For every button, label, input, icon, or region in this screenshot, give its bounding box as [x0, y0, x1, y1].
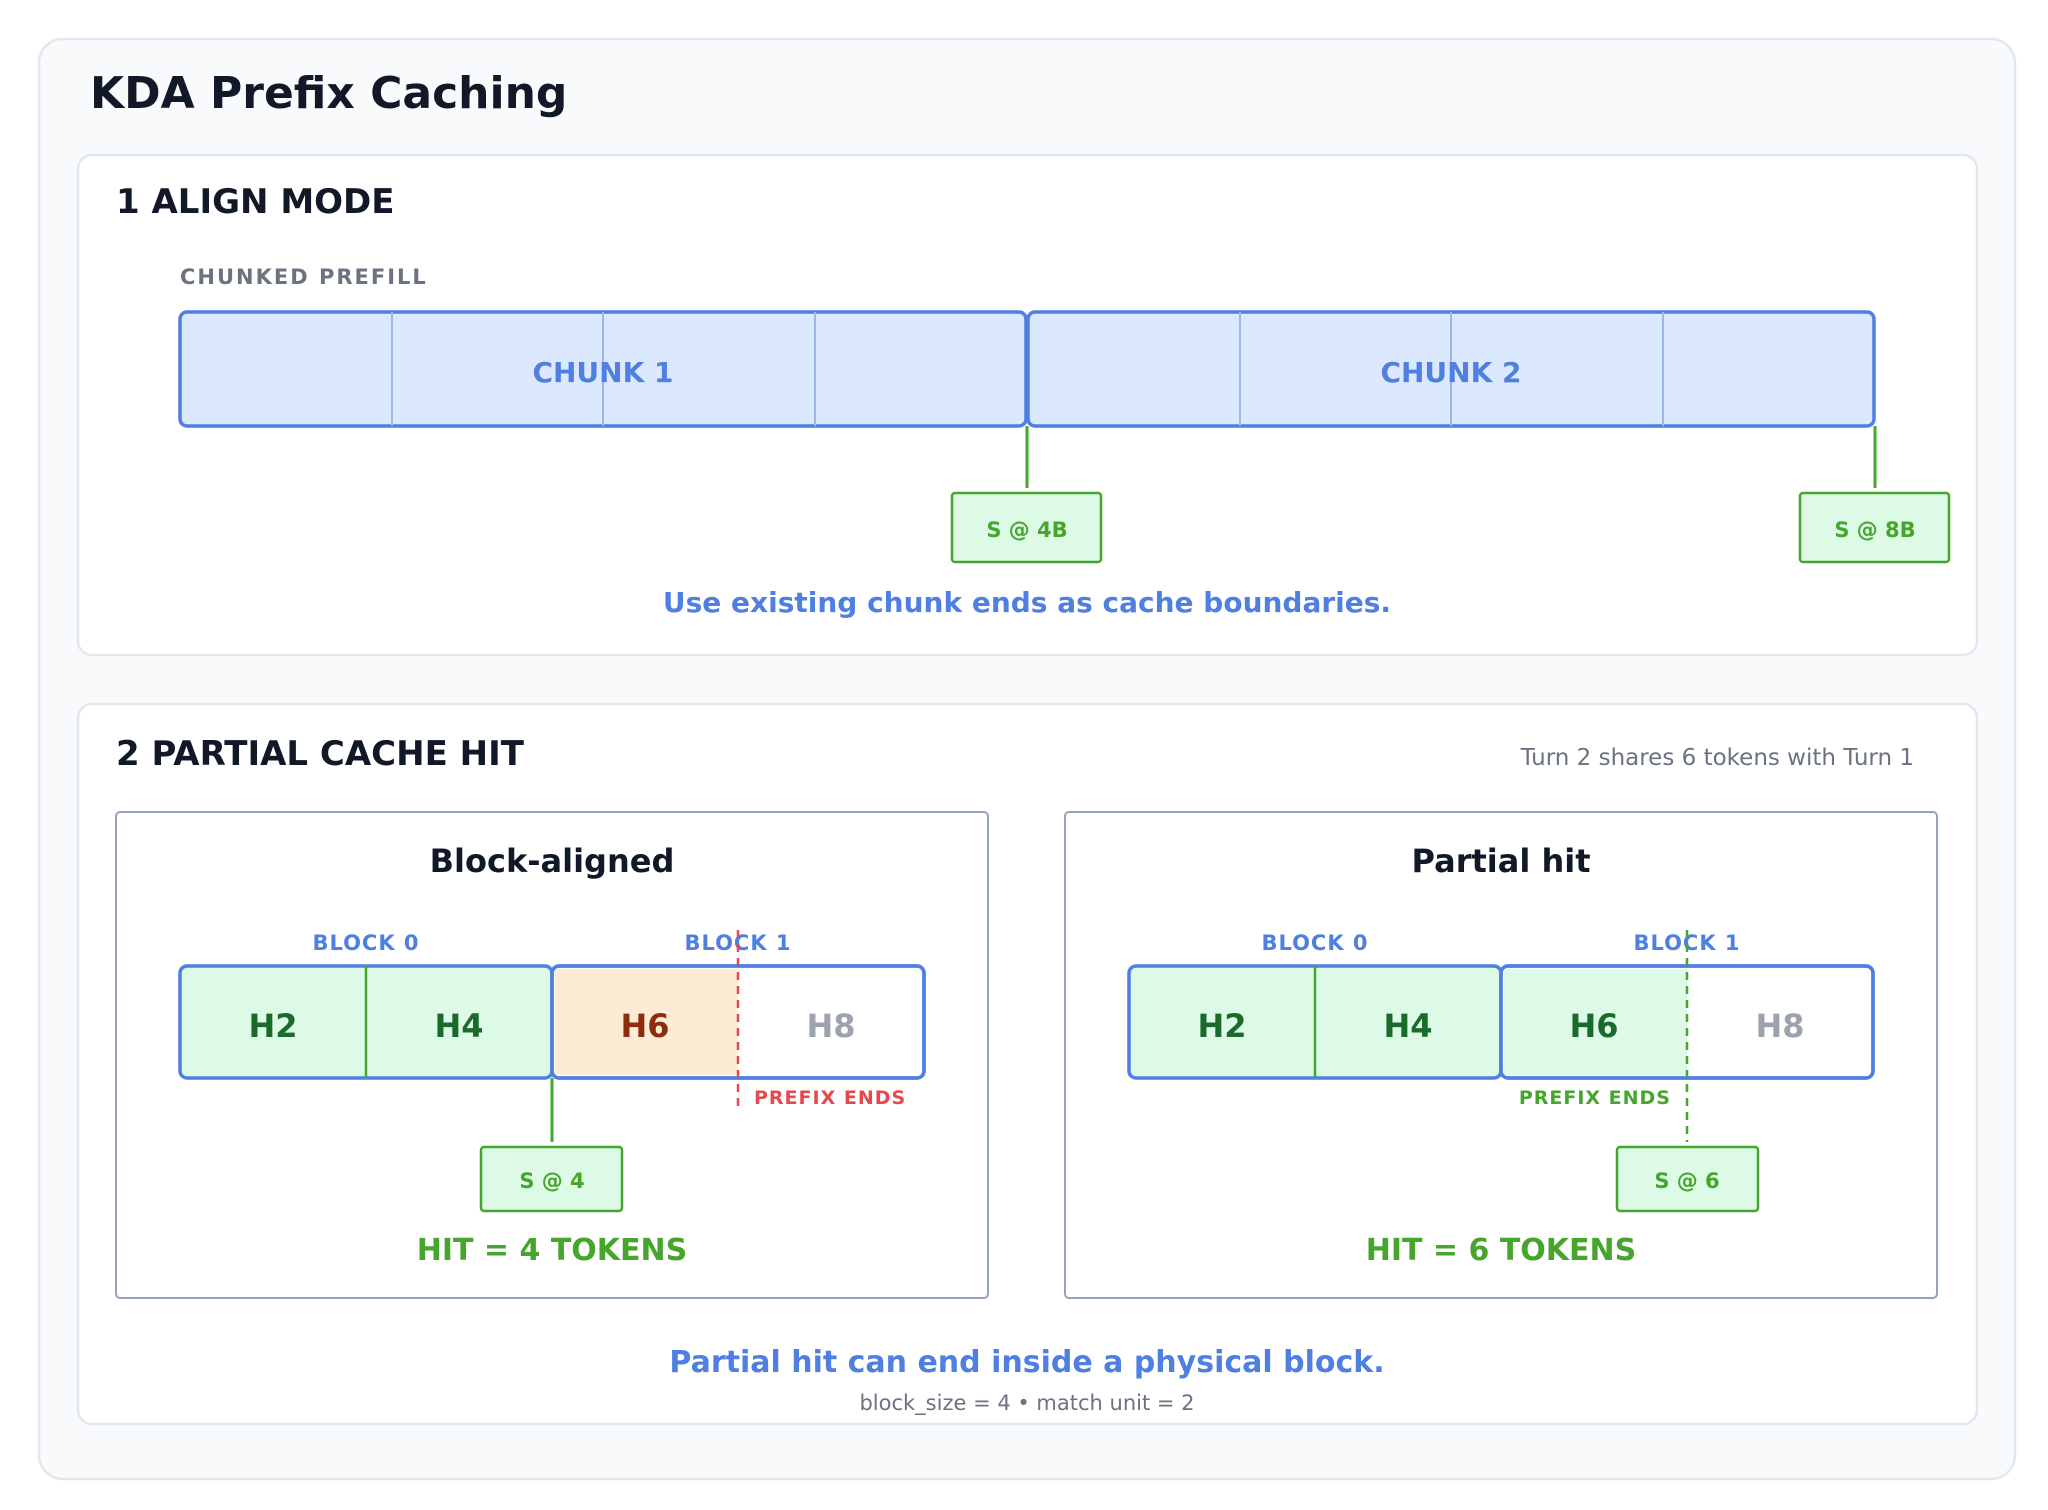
align-mode-heading: 1 ALIGN MODE — [116, 182, 395, 222]
state-box-4b: S @ 4B — [950, 491, 1103, 564]
right-token-h4: H4 — [1383, 1007, 1432, 1045]
chunk-1: CHUNK 1 — [178, 310, 1028, 428]
block-size-footnote: block_size = 4 • match unit = 2 — [859, 1391, 1194, 1416]
left-state-label: S @ 4 — [519, 1169, 584, 1193]
right-state-box: S @ 6 — [1615, 1145, 1760, 1213]
left-token-h4: H4 — [434, 1007, 483, 1045]
right-token-h6: H6 — [1569, 1007, 1618, 1045]
left-state-box: S @ 4 — [479, 1145, 624, 1213]
right-block-0-label: BLOCK 0 — [1261, 931, 1368, 955]
left-block-0 — [178, 964, 554, 1080]
align-mode-caption: Use existing chunk ends as cache boundar… — [663, 586, 1391, 619]
turn-share-note: Turn 2 shares 6 tokens with Turn 1 — [1520, 745, 1914, 771]
state-label-4b: S @ 4B — [986, 518, 1067, 542]
left-token-h2: H2 — [248, 1007, 297, 1045]
left-hit-label: HIT = 4 TOKENS — [417, 1233, 688, 1268]
right-hit-label: HIT = 6 TOKENS — [1366, 1233, 1637, 1268]
partial-hit-title: Partial hit — [1412, 842, 1591, 880]
block-aligned-title: Block-aligned — [430, 842, 675, 880]
partial-cache-hit-heading: 2 PARTIAL CACHE HIT — [116, 734, 525, 774]
state-label-8b: S @ 8B — [1834, 518, 1915, 542]
left-token-h8: H8 — [806, 1007, 855, 1045]
page-title: KDA Prefix Caching — [90, 68, 567, 119]
right-prefix-ends-label: PREFIX ENDS — [1519, 1087, 1671, 1109]
chunk-2: CHUNK 2 — [1026, 310, 1876, 428]
right-token-h8: H8 — [1755, 1007, 1804, 1045]
left-block-0-label: BLOCK 0 — [312, 931, 419, 955]
partial-hit-caption: Partial hit can end inside a physical bl… — [669, 1345, 1384, 1380]
left-prefix-ends-label: PREFIX ENDS — [754, 1087, 906, 1109]
chunk-1-label: CHUNK 1 — [532, 356, 673, 389]
diagram-canvas: KDA Prefix Caching 1 ALIGN MODE CHUNKED … — [37, 37, 2017, 1481]
state-box-8b: S @ 8B — [1798, 491, 1951, 564]
chunked-prefill-label: CHUNKED PREFILL — [180, 265, 428, 289]
chunk-2-label: CHUNK 2 — [1380, 356, 1521, 389]
left-token-h6: H6 — [620, 1007, 669, 1045]
right-state-label: S @ 6 — [1654, 1169, 1719, 1193]
right-token-h2: H2 — [1197, 1007, 1246, 1045]
right-block-0 — [1127, 964, 1503, 1080]
